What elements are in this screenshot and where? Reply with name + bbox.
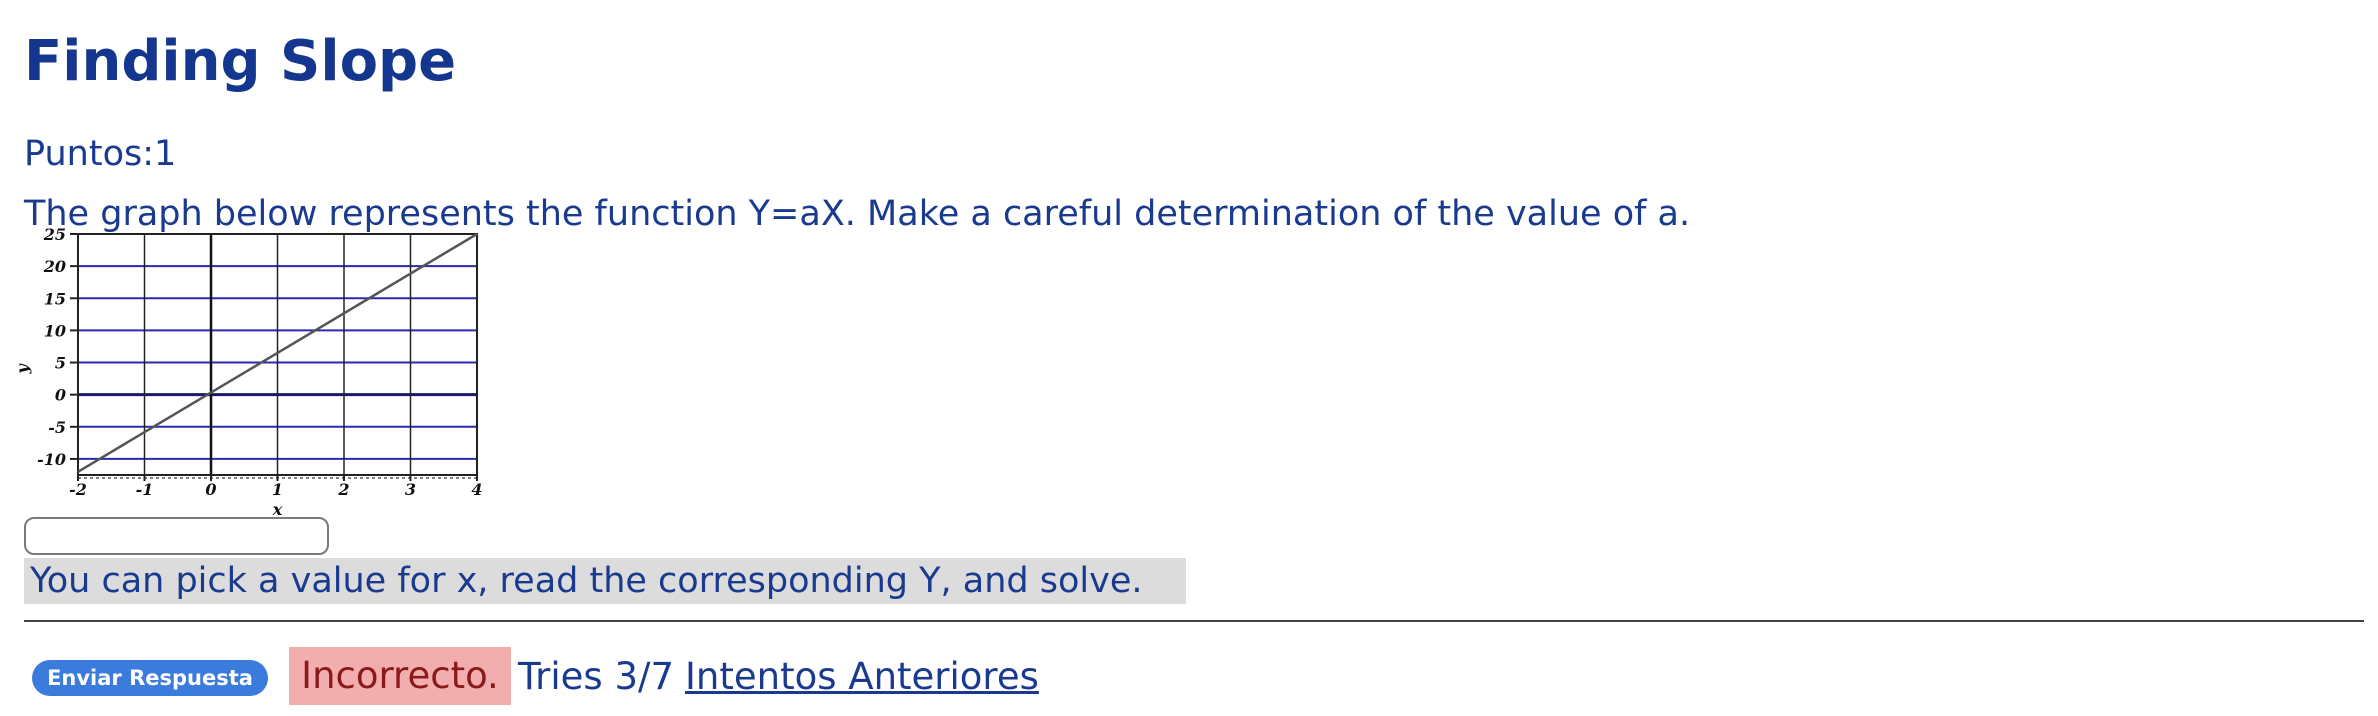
- x-tick-label: -1: [136, 480, 154, 499]
- points-label: Puntos:: [24, 134, 155, 174]
- divider: [24, 620, 2364, 622]
- answer-input[interactable]: [24, 517, 329, 555]
- graph-svg: 2520151050-5-10-2-101234xy: [18, 226, 483, 519]
- y-tick-label: 5: [55, 354, 66, 373]
- x-tick-label: 2: [337, 480, 349, 499]
- y-tick-label: 15: [44, 289, 66, 308]
- function-graph: 2520151050-5-10-2-101234xy: [18, 226, 488, 520]
- submit-answer-button[interactable]: Enviar Respuesta: [32, 660, 268, 696]
- x-tick-label: -2: [69, 480, 87, 499]
- x-tick-label: 4: [471, 480, 482, 499]
- points-display: Puntos:1: [24, 133, 176, 175]
- y-axis-label: y: [18, 363, 32, 375]
- tries-counter: Tries 3/7: [518, 655, 675, 698]
- points-value: 1: [154, 134, 177, 174]
- y-tick-label: 25: [43, 226, 66, 244]
- y-tick-label: 0: [55, 386, 66, 405]
- x-tick-label: 0: [205, 480, 216, 499]
- y-tick-label: 10: [44, 321, 66, 340]
- y-tick-label: -10: [37, 450, 66, 469]
- hint-text: You can pick a value for x, read the cor…: [24, 558, 1186, 604]
- status-badge: Incorrecto.: [289, 647, 511, 705]
- x-tick-label: 3: [405, 480, 416, 499]
- y-tick-label: -5: [48, 418, 66, 437]
- y-tick-label: 20: [43, 257, 66, 276]
- page-title: Finding Slope: [24, 29, 457, 94]
- previous-attempts-link[interactable]: Intentos Anteriores: [685, 651, 1039, 703]
- x-tick-label: 1: [272, 480, 283, 499]
